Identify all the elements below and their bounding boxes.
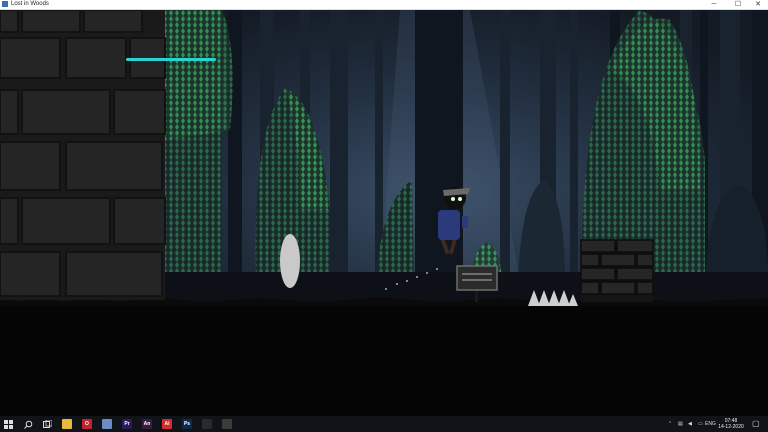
search-icon[interactable] (20, 416, 36, 432)
file-explorer-icon[interactable] (62, 419, 72, 429)
task-view-icon[interactable] (39, 416, 55, 432)
glowing-egg[interactable] (280, 234, 300, 288)
game-icon[interactable] (222, 419, 232, 429)
minimize-button[interactable]: ─ (704, 0, 724, 9)
app-icon (2, 1, 8, 7)
battery-icon[interactable]: ▭ (698, 416, 703, 432)
photoshop-icon[interactable]: Ps (182, 419, 192, 429)
clock[interactable]: 07:48 14-12-2020 (714, 418, 748, 430)
health-bar (126, 58, 216, 61)
notification-icon[interactable]: ▢ (752, 416, 760, 432)
windows-logo-icon[interactable] (0, 416, 16, 432)
opera-icon[interactable]: O (82, 419, 92, 429)
unity-icon[interactable] (202, 419, 212, 429)
network-icon[interactable]: ▤ (678, 416, 683, 432)
left-foliage-highlight (165, 10, 233, 140)
clock-date: 14-12-2020 (718, 424, 744, 430)
volume-icon[interactable]: ◀ (688, 416, 692, 432)
brick-block (580, 239, 654, 302)
window-title-bar[interactable]: Lost in Woods ─ ☐ ✕ (0, 0, 768, 10)
game-viewport[interactable] (0, 10, 768, 416)
taskbar: O Pr An Ai Ps ⌃ ▤ ◀ ▭ ENG 07:48 14-12-2020 ▢ (0, 416, 768, 432)
animate-icon[interactable]: An (142, 419, 152, 429)
illustrator-icon[interactable]: Ai (162, 419, 172, 429)
window-title: Lost in Woods (11, 1, 49, 7)
chevron-up-icon[interactable]: ⌃ (668, 416, 672, 432)
stone-wall (0, 10, 166, 300)
maximize-button[interactable]: ☐ (728, 0, 748, 9)
ground (0, 302, 768, 416)
notepad-icon[interactable] (102, 419, 112, 429)
game-scene (0, 10, 768, 416)
close-button[interactable]: ✕ (748, 0, 768, 9)
premiere-icon[interactable]: Pr (122, 419, 132, 429)
